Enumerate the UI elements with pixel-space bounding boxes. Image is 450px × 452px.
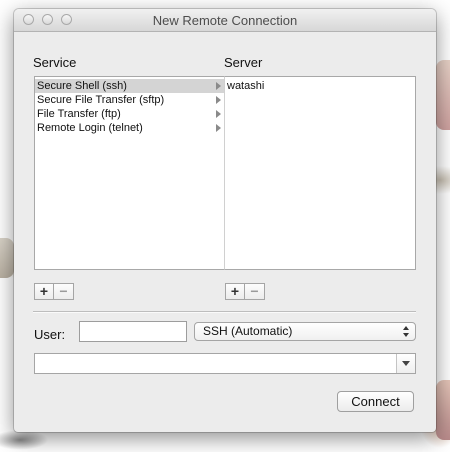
disclosure-arrow-icon xyxy=(216,124,221,132)
wallpaper-lure xyxy=(436,380,450,440)
user-label: User: xyxy=(34,327,66,342)
add-server-button[interactable]: + xyxy=(225,283,245,300)
command-combo-box xyxy=(34,353,416,374)
service-item-label: File Transfer (ftp) xyxy=(37,108,121,120)
server-list: watashi xyxy=(224,76,416,270)
server-add-remove-controls: + − xyxy=(225,283,265,301)
remove-server-button[interactable]: − xyxy=(245,283,265,300)
command-field[interactable] xyxy=(35,354,397,373)
remove-service-button[interactable]: − xyxy=(54,283,74,300)
service-item-label: Secure File Transfer (sftp) xyxy=(37,94,165,106)
server-item-watashi[interactable]: watashi xyxy=(225,79,415,93)
disclosure-arrow-icon xyxy=(216,96,221,104)
wallpaper-lure xyxy=(0,238,14,278)
connect-button[interactable]: Connect xyxy=(337,391,414,412)
server-item-label: watashi xyxy=(227,80,265,92)
service-item-telnet[interactable]: Remote Login (telnet) xyxy=(35,121,224,135)
service-list: Secure Shell (ssh) Secure File Transfer … xyxy=(34,76,225,270)
command-dropdown-button[interactable] xyxy=(396,354,415,373)
service-item-ssh[interactable]: Secure Shell (ssh) xyxy=(35,79,224,93)
title-bar[interactable]: New Remote Connection xyxy=(14,9,436,32)
new-remote-connection-window: New Remote Connection Service Server Sec… xyxy=(14,9,436,432)
service-add-remove-controls: + − xyxy=(34,283,74,301)
service-item-label: Remote Login (telnet) xyxy=(37,122,143,134)
separator xyxy=(33,311,416,313)
protocol-select-value: SSH (Automatic) xyxy=(203,324,293,338)
disclosure-arrow-icon xyxy=(216,110,221,118)
service-item-sftp[interactable]: Secure File Transfer (sftp) xyxy=(35,93,224,107)
user-field[interactable] xyxy=(79,321,187,342)
wallpaper-lure xyxy=(436,60,450,130)
server-column-label: Server xyxy=(224,55,263,70)
chevron-down-icon xyxy=(402,361,410,366)
window-title: New Remote Connection xyxy=(152,13,298,28)
service-column-label: Service xyxy=(33,55,77,70)
disclosure-arrow-icon xyxy=(216,82,221,90)
updown-arrows-icon xyxy=(403,326,410,337)
add-service-button[interactable]: + xyxy=(34,283,54,300)
protocol-select[interactable]: SSH (Automatic) xyxy=(194,322,416,341)
service-item-ftp[interactable]: File Transfer (ftp) xyxy=(35,107,224,121)
service-item-label: Secure Shell (ssh) xyxy=(37,80,127,92)
